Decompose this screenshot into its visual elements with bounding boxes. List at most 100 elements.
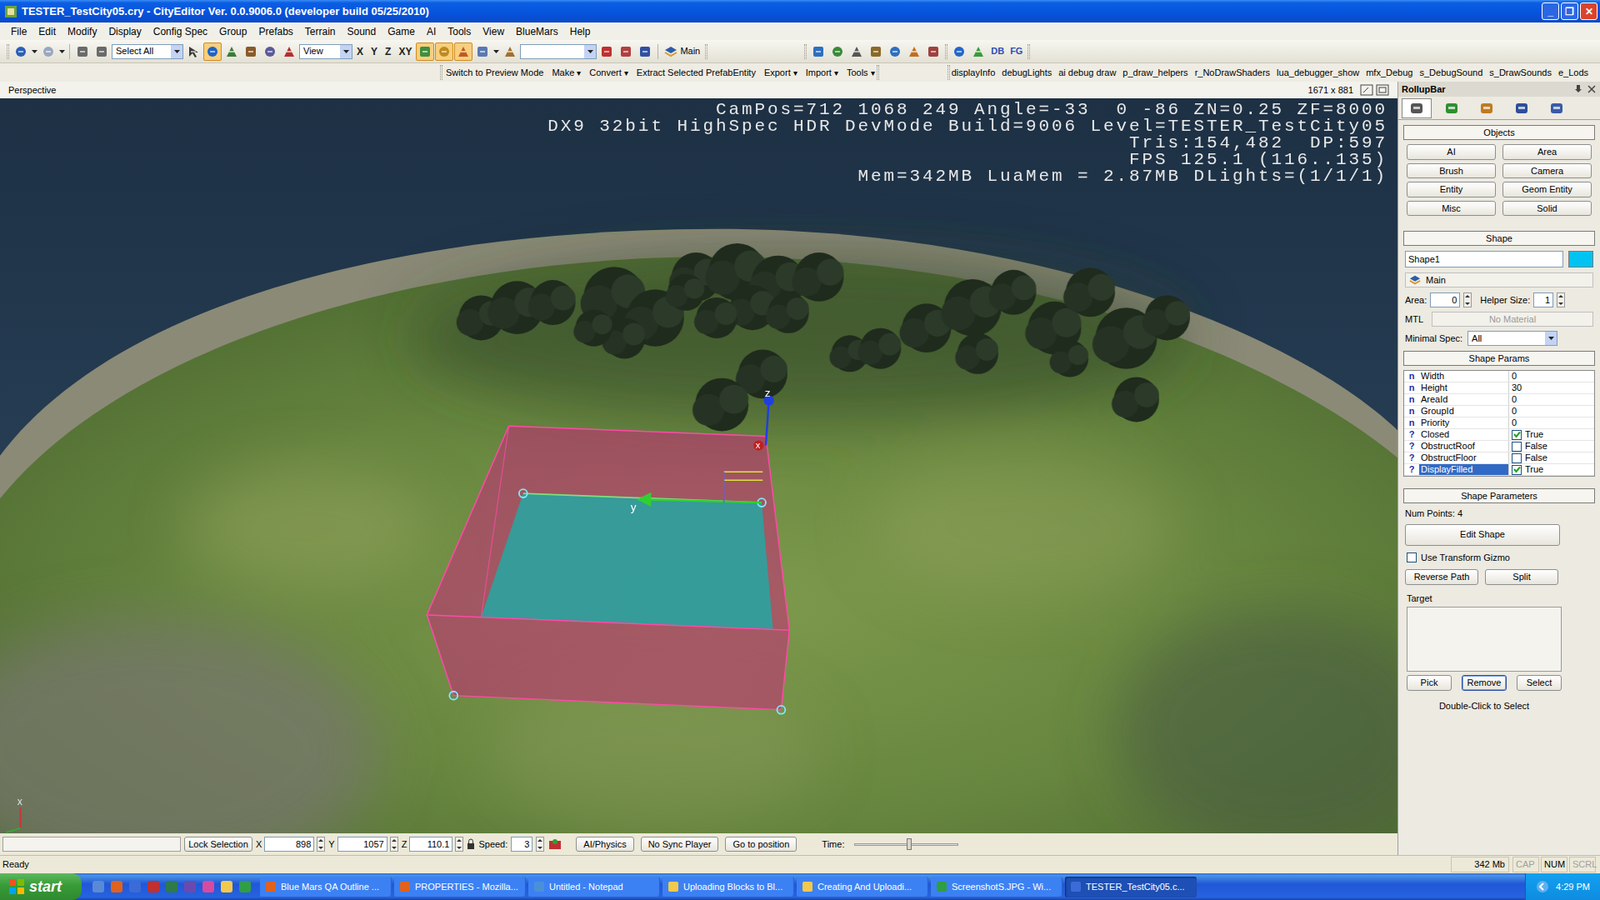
toolbar-grip[interactable] [6,44,10,60]
menu-item[interactable]: BlueMars [510,24,565,40]
link[interactable] [73,42,92,61]
param-row[interactable]: nHeight30 [1404,382,1595,395]
rollup-tab[interactable] [1506,98,1537,119]
path-button[interactable]: Reverse Path [1405,569,1479,585]
axis-constraint[interactable]: X [353,44,367,60]
param-value[interactable]: 0 [1509,405,1595,417]
shape-parameters-title[interactable]: Shape Parameters [1403,488,1595,504]
scene-render[interactable]: zxyx [0,98,1398,834]
edit-tool[interactable] [241,42,260,61]
axis-constraint[interactable]: XY [395,44,415,60]
shape-params-title[interactable]: Shape Params [1403,350,1595,366]
quick-launch-icon[interactable] [238,880,252,894]
edit-tool[interactable] [222,42,241,61]
quick-launch-icon[interactable] [146,880,160,894]
task-button[interactable]: PROPERTIES - Mozilla... [394,876,526,898]
group[interactable] [635,42,655,61]
speed-input[interactable]: 3 [510,836,533,852]
param-row[interactable]: ?ClosedTrue [1404,429,1595,441]
param-value[interactable]: True [1509,464,1595,475]
objects-section-title[interactable]: Objects [1403,125,1595,140]
coord-input[interactable]: 898 [264,836,315,852]
ref-coord-combo[interactable]: View [299,44,353,60]
menu-item[interactable]: Group [213,24,253,40]
edit-tool[interactable] [280,42,299,61]
quick-launch-icon[interactable] [165,880,179,894]
up-arrow-icon[interactable] [317,837,325,844]
cvar-button[interactable]: mfx_Debug [1365,65,1413,80]
target-button[interactable]: Select [1516,675,1562,691]
snap-tool[interactable] [454,42,473,61]
view-tool[interactable] [828,42,847,61]
time-slider-thumb[interactable] [906,838,912,850]
start-button[interactable]: start [0,873,82,900]
object-type-button[interactable]: Misc [1406,200,1496,217]
param-value[interactable]: 30 [1509,382,1595,394]
param-value[interactable]: False [1509,452,1595,464]
spinner[interactable] [390,836,399,852]
quick-launch-icon[interactable] [201,880,215,894]
menu-item[interactable]: AI [420,24,442,40]
menu-item[interactable]: Help [564,24,597,40]
quick-launch-icon[interactable] [183,880,197,894]
menu-item[interactable]: File [5,24,33,40]
snap-tool[interactable] [415,42,435,61]
object-type-button[interactable]: Solid [1502,200,1592,217]
transform-gizmo[interactable]: zxy [630,386,775,514]
toolbar-grip[interactable] [945,44,948,60]
menu-item[interactable]: Sound [341,24,383,40]
param-row[interactable]: ?ObstructRoofFalse [1404,440,1595,453]
target-button[interactable]: Pick [1406,675,1452,691]
edit-tool[interactable] [203,42,222,61]
quick-launch-icon[interactable] [128,880,142,894]
coord-input[interactable]: 1057 [337,836,388,852]
time-slider[interactable] [854,838,959,850]
path-button[interactable]: Split [1485,569,1559,585]
layer-button[interactable]: Main [661,44,703,59]
view-tool[interactable] [866,42,885,61]
cvar-button[interactable]: e_Lods [1558,65,1589,80]
edit-tool[interactable] [184,42,203,61]
cvar-button[interactable]: lua_debugger_show [1276,65,1360,80]
viewport-button[interactable]: No Sync Player [640,836,720,853]
spinner[interactable] [316,836,325,852]
menu-item[interactable]: Game [381,24,421,40]
up-arrow-icon[interactable] [1464,293,1471,300]
edit-shape-button[interactable]: Edit Shape [1405,524,1560,546]
options-icon[interactable] [1375,84,1390,96]
ruler[interactable] [500,42,520,61]
down-arrow-icon[interactable] [455,845,463,851]
object-type-button[interactable]: Camera [1502,163,1592,180]
spinner[interactable] [455,836,464,852]
task-button[interactable]: Blue Mars QA Outline ... [260,876,392,898]
undo[interactable] [11,42,30,61]
shape-color-swatch[interactable] [1568,250,1594,268]
shape-name-input[interactable]: Shape1 [1405,250,1564,268]
delete[interactable] [597,42,616,61]
up-arrow-icon[interactable] [455,837,463,844]
task-button[interactable]: Creating And Uploadi... [796,876,929,898]
down-arrow-icon[interactable] [1557,300,1565,307]
menu-item[interactable]: Modify [61,24,103,40]
debug-toggle[interactable]: DB [988,44,1007,59]
spinner[interactable] [535,836,545,852]
command-button[interactable]: Import▾ [805,65,839,80]
menu-item[interactable]: Edit [32,24,62,40]
param-row[interactable]: ?DisplayFilledTrue [1404,464,1595,476]
param-row[interactable]: nGroupId0 [1404,405,1595,418]
view-tool[interactable] [847,42,866,61]
spinner[interactable] [1463,292,1472,308]
prefab[interactable] [616,42,635,61]
object-type-button[interactable]: Entity [1406,181,1496,198]
param-value[interactable]: False [1509,440,1595,452]
task-button[interactable]: Untitled - Notepad [528,876,660,898]
up-arrow-icon[interactable] [1557,293,1565,300]
prompt-field[interactable] [2,836,181,852]
down-arrow-icon[interactable] [390,845,398,851]
command-button[interactable]: Export▾ [764,65,798,80]
param-checkbox[interactable] [1511,453,1522,464]
command-button[interactable]: Switch to Preview Mode [445,65,544,80]
quick-launch-icon[interactable] [110,880,124,894]
object-type-button[interactable]: AI [1406,144,1496,160]
rollup-tab[interactable] [1436,98,1467,119]
